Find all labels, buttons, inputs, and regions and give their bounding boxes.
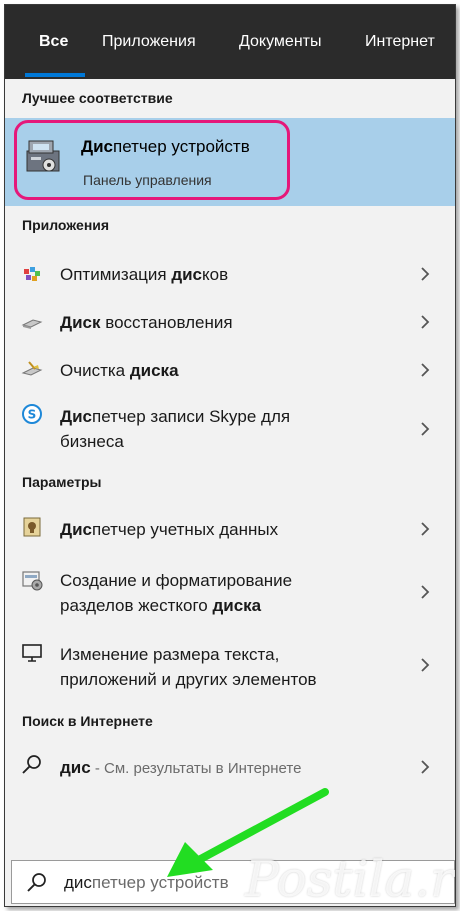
list-item-credential-manager[interactable]: Диспетчер учетных данных xyxy=(5,505,455,551)
list-item-label: дис - См. результаты в Интернете xyxy=(60,758,302,777)
defrag-icon xyxy=(24,267,40,281)
list-item-skype-recorder[interactable]: S Диспетчер записи Skype для бизнеса xyxy=(5,397,455,459)
display-icon xyxy=(22,644,42,662)
skype-icon: S xyxy=(22,404,42,424)
list-item-label: Диск восстановления xyxy=(60,313,233,332)
search-panel: Все Приложения Документы Интернет Лучшее… xyxy=(4,4,456,907)
list-item-label: Диспетчер учетных данных xyxy=(60,520,279,539)
list-item-label: Очистка диска xyxy=(60,361,179,380)
disk-cleanup-icon xyxy=(21,361,43,376)
list-item-disk-management[interactable]: Создание и форматирование разделов жестко… xyxy=(5,561,455,623)
chevron-right-icon xyxy=(421,760,430,774)
chevron-right-icon xyxy=(421,267,430,281)
tab-all[interactable]: Все xyxy=(39,33,68,51)
chevron-right-icon xyxy=(421,658,430,672)
chevron-right-icon xyxy=(421,422,430,436)
search-icon xyxy=(27,873,46,892)
web-search-header: Поиск в Интернете xyxy=(22,713,153,729)
tab-apps[interactable]: Приложения xyxy=(102,33,196,51)
list-item-display-scaling[interactable]: Изменение размера текста, приложений и др… xyxy=(5,635,455,697)
search-icon xyxy=(22,755,41,774)
list-item-label: Изменение размера текста, приложений и др… xyxy=(60,645,317,689)
settings-header: Параметры xyxy=(22,474,102,490)
svg-text:S: S xyxy=(28,408,37,422)
chevron-right-icon xyxy=(421,363,430,377)
list-item-label: Диспетчер записи Skype для бизнеса xyxy=(60,407,291,451)
list-item-label: Создание и форматирование разделов жестко… xyxy=(60,571,293,615)
list-item-label: Оптимизация дисков xyxy=(60,265,229,284)
tab-documents[interactable]: Документы xyxy=(239,33,321,51)
annotation-highlight-frame xyxy=(14,120,290,200)
best-match-header: Лучшее соответствие xyxy=(22,90,173,106)
list-item-disk-cleanup[interactable]: Очистка диска xyxy=(5,347,455,393)
list-item-recovery-drive[interactable]: Диск восстановления xyxy=(5,299,455,345)
chevron-right-icon xyxy=(421,585,430,599)
chevron-right-icon xyxy=(421,315,430,329)
apps-header: Приложения xyxy=(22,217,110,233)
disk-management-icon xyxy=(22,571,43,591)
tab-internet[interactable]: Интернет xyxy=(365,33,435,51)
watermark-logo: Postila.ru xyxy=(245,850,455,907)
list-item-defrag[interactable]: Оптимизация дисков xyxy=(5,251,455,297)
recovery-drive-icon xyxy=(21,319,43,329)
tab-bar: Все Приложения Документы Интернет xyxy=(5,5,455,79)
active-tab-indicator xyxy=(25,73,85,77)
credential-manager-icon xyxy=(23,517,41,537)
chevron-right-icon xyxy=(421,522,430,536)
